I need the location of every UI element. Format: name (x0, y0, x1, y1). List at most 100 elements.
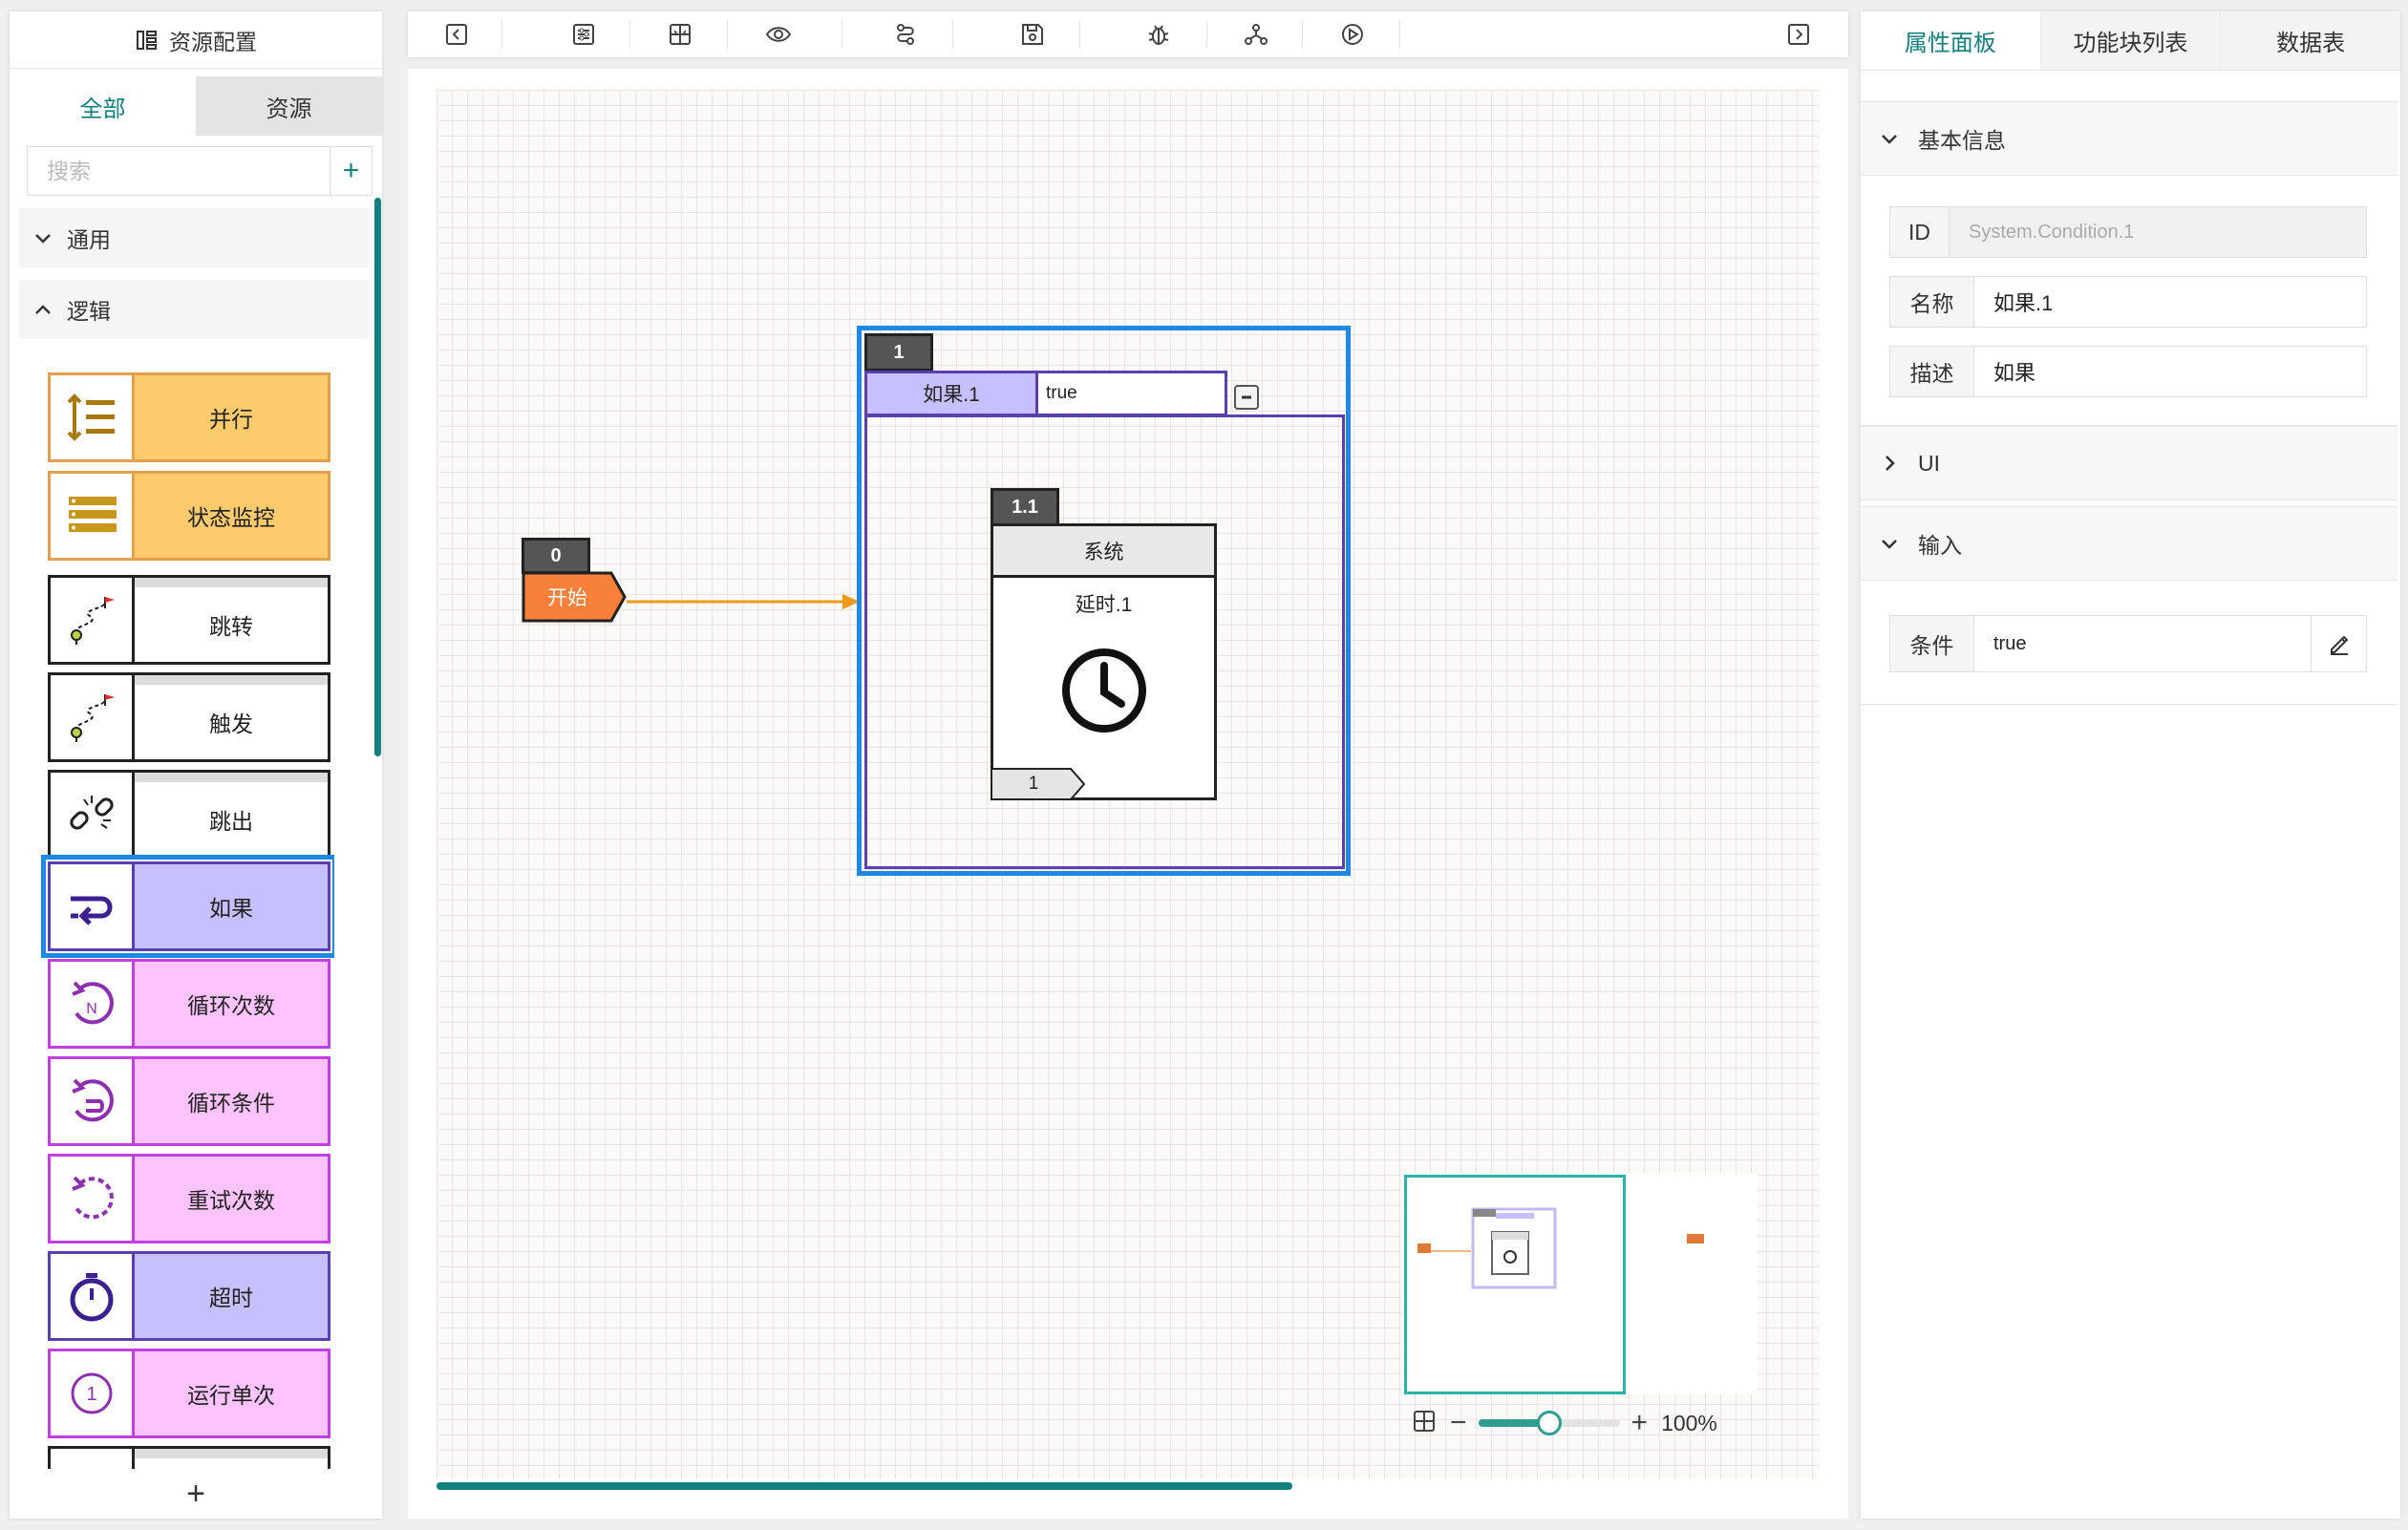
fit-screen-button[interactable] (1412, 1409, 1437, 1438)
route-icon (897, 24, 914, 45)
collapse-right-button[interactable] (1783, 19, 1814, 50)
chevron-up-icon (19, 280, 67, 339)
edit-condition-button[interactable] (2311, 616, 2366, 671)
block-label: 跳出 (135, 773, 328, 857)
zoom-out-button[interactable]: − (1450, 1407, 1467, 1439)
svg-text:1: 1 (86, 1384, 96, 1405)
zoom-slider-knob[interactable] (1536, 1411, 1562, 1435)
delay-node-box[interactable]: 系统 延时.1 1 (991, 523, 1217, 800)
chevron-right-icon (1861, 453, 1918, 474)
connection-arrow[interactable] (621, 584, 869, 619)
minimap[interactable] (1402, 1173, 1758, 1394)
category-label: 逻辑 (67, 299, 111, 324)
input-body: 条件 true (1861, 581, 2397, 705)
tab-function-blocks[interactable]: 功能块列表 (2039, 11, 2221, 70)
name-input[interactable]: 如果.1 (1974, 277, 2366, 327)
run-once-icon: 1 (71, 1372, 112, 1414)
block-parallel[interactable]: 并行 (48, 372, 330, 462)
block-timeout[interactable]: 超时 (48, 1251, 330, 1341)
if-node-name[interactable]: 如果.1 (864, 371, 1038, 416)
delay-node[interactable]: 1.1 系统 延时.1 1 (991, 488, 1217, 800)
right-tabs: 属性面板 功能块列表 数据表 (1861, 11, 2401, 71)
collapse-left-button[interactable] (441, 19, 472, 50)
block-loop-condition[interactable]: 循环条件 (48, 1056, 330, 1146)
route-flag-icon (70, 597, 115, 645)
search-box: + (27, 146, 373, 196)
debug-button[interactable] (1143, 19, 1174, 50)
section-ui[interactable]: UI (1861, 426, 2397, 500)
resource-tabs: 全部 资源 (10, 76, 382, 136)
zoom-in-button[interactable]: + (1631, 1407, 1649, 1439)
field-label: 名称 (1890, 277, 1974, 327)
chevron-down-icon (19, 208, 67, 267)
field-label: 条件 (1890, 616, 1974, 671)
block-label: 重试次数 (135, 1157, 328, 1241)
resource-panel-header: 资源配置 (10, 11, 382, 69)
if-node-header: 如果.1 true (864, 371, 1227, 416)
network-button[interactable] (1241, 19, 1271, 50)
start-node-body[interactable]: 开始 (522, 571, 627, 623)
block-status-monitor[interactable]: 状态监控 (48, 471, 330, 561)
category-logic[interactable]: 逻辑 (19, 280, 369, 339)
block-loop-count[interactable]: N 循环次数 (48, 959, 330, 1049)
stopwatch-icon (70, 1273, 113, 1322)
tab-resources[interactable]: 资源 (196, 76, 382, 136)
description-field: 描述 如果 (1889, 346, 2367, 397)
block-run-once[interactable]: 1 运行单次 (48, 1349, 330, 1438)
category-general[interactable]: 通用 (19, 208, 369, 267)
clock-icon (1062, 648, 1146, 733)
node-number: 1 (864, 333, 933, 372)
minimap-preview (1417, 1207, 1704, 1289)
save-button[interactable] (1017, 19, 1048, 50)
tab-data-table[interactable]: 数据表 (2220, 11, 2401, 70)
add-resource-button[interactable]: + (330, 147, 372, 195)
tab-all[interactable]: 全部 (10, 76, 196, 136)
canvas-horizontal-scrollbar[interactable] (437, 1482, 1292, 1490)
eye-icon (765, 27, 792, 42)
block-label: 并行 (135, 375, 328, 459)
loop-condition-icon (71, 1078, 114, 1122)
minus-icon (1242, 395, 1251, 399)
run-button[interactable] (1337, 19, 1368, 50)
block-retry[interactable]: 重试次数 (48, 1154, 330, 1243)
field-label: ID (1890, 207, 1950, 257)
zoom-slider[interactable] (1478, 1411, 1620, 1435)
block-goto[interactable]: 跳转 (48, 575, 330, 665)
block-label: 触发 (135, 675, 328, 759)
collapse-button[interactable] (1234, 385, 1259, 410)
if-condition-field[interactable]: true (1038, 371, 1227, 416)
debug-bug-icon (1148, 25, 1169, 45)
add-category-button[interactable]: + (10, 1469, 382, 1519)
id-field: ID System.Condition.1 (1889, 206, 2367, 258)
start-node[interactable]: 0 开始 (522, 538, 627, 623)
route-button[interactable] (890, 19, 921, 50)
preview-button[interactable] (763, 19, 794, 50)
left-scrollbar[interactable] (374, 198, 381, 756)
network-icon (1245, 24, 1268, 45)
block-if[interactable]: 如果 (41, 855, 334, 958)
block-label: 超时 (135, 1254, 328, 1338)
id-value: System.Condition.1 (1950, 207, 2366, 257)
if-return-icon (70, 896, 112, 925)
condition-field: 条件 true (1889, 615, 2367, 672)
collapse-right-icon (1788, 24, 1809, 45)
block-break[interactable]: 跳出 (48, 770, 330, 860)
tab-properties[interactable]: 属性面板 (1861, 11, 2040, 70)
section-title: UI (1918, 450, 1940, 476)
condition-input[interactable]: true (1974, 616, 2311, 671)
broken-chain-icon (69, 796, 114, 830)
zoom-controls: − + 100% (1412, 1404, 1765, 1442)
section-title: 输入 (1918, 533, 1962, 558)
output-port[interactable]: 1 (991, 768, 1086, 800)
block-trigger[interactable]: 触发 (48, 672, 330, 762)
settings-button[interactable] (568, 19, 599, 50)
field-label: 描述 (1890, 347, 1974, 396)
search-input[interactable] (28, 147, 330, 195)
save-icon (1022, 24, 1043, 45)
fit-view-button[interactable] (665, 19, 695, 50)
section-basic-info[interactable]: 基本信息 (1861, 101, 2397, 176)
description-input[interactable]: 如果 (1974, 347, 2366, 396)
chevron-down-icon (1861, 128, 1918, 149)
block-label: 如果 (135, 864, 328, 948)
section-input[interactable]: 输入 (1861, 506, 2397, 581)
